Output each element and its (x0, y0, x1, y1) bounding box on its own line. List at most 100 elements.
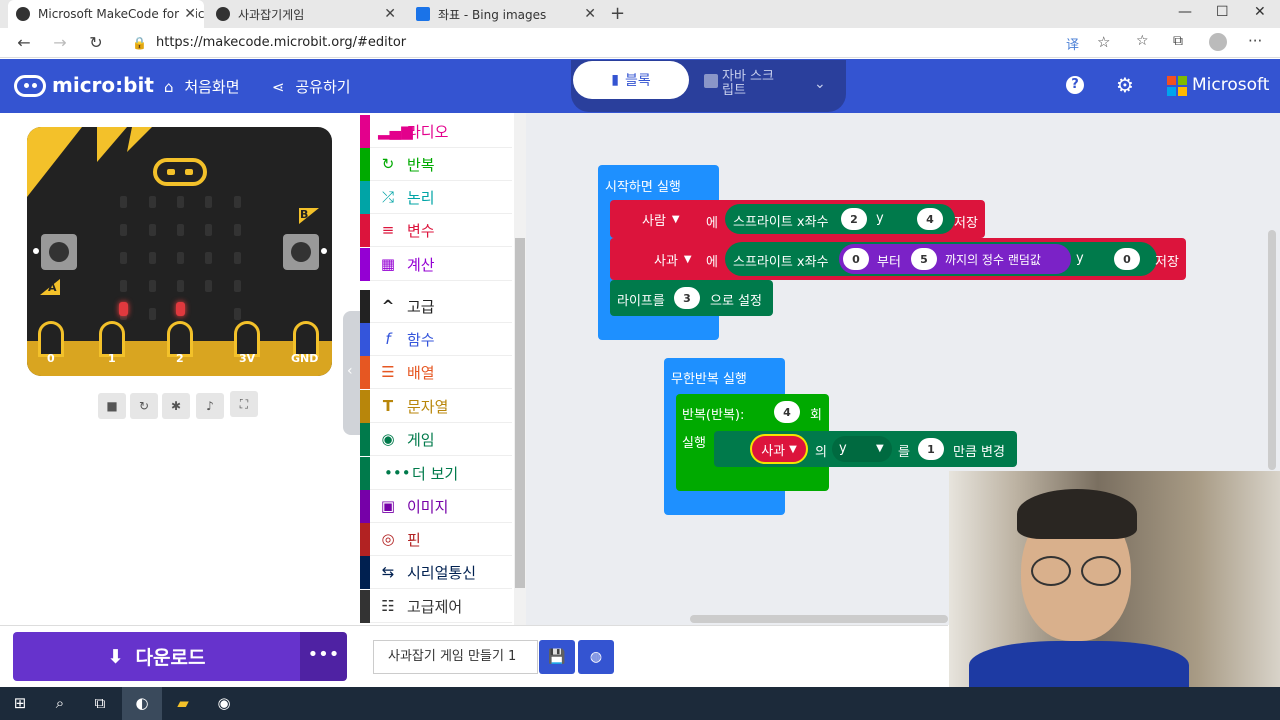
led[interactable] (234, 308, 241, 320)
github-icon[interactable]: ◍ (578, 640, 614, 674)
star-icon[interactable]: ☆ (1097, 33, 1110, 51)
variable-dropdown[interactable]: 사람 ▼ (642, 205, 680, 233)
toolbox-scrollbar-thumb[interactable] (515, 238, 525, 588)
led[interactable] (234, 280, 241, 292)
chevron-down-icon[interactable]: ⌄ (814, 76, 826, 92)
led[interactable] (149, 224, 156, 236)
favorites-icon[interactable]: ☆ (1136, 33, 1149, 49)
category-advanced[interactable]: ^ 고급 (360, 290, 512, 323)
x-value[interactable]: 2 (841, 208, 867, 230)
random-reporter[interactable]: 0 부터 5 까지의 정수 랜덤값 (839, 244, 1071, 274)
life-value[interactable]: 3 (674, 287, 700, 309)
blocks-tab[interactable]: ▮ 블록 (573, 61, 689, 99)
translate-icon[interactable]: 译 (1066, 34, 1079, 53)
led[interactable] (149, 308, 156, 320)
category-control[interactable]: ☷ 고급제어 (360, 590, 512, 623)
change-sprite-property-block[interactable]: 사과 ▼ 의 y ▼ 를 1 만큼 변경 (714, 431, 1017, 467)
repeat-count[interactable]: 4 (774, 401, 800, 423)
close-window-icon[interactable]: ✕ (1254, 4, 1266, 20)
microbit-logo-text[interactable]: micro:bit (52, 73, 154, 97)
back-icon[interactable]: ← (12, 33, 36, 53)
led[interactable] (177, 280, 184, 292)
browser-tab-makecode[interactable]: Microsoft MakeCode for micro:bit ✕ (8, 0, 204, 28)
sound-icon[interactable]: ♪ (196, 393, 224, 419)
workspace-horizontal-scrollbar[interactable] (690, 615, 948, 623)
category-logic[interactable]: ⤮ 논리 (360, 181, 512, 214)
create-sprite-reporter[interactable]: 스프라이트 x좌수 2 y 4 (725, 204, 955, 234)
category-functions[interactable]: f 함수 (360, 323, 512, 356)
change-value[interactable]: 1 (918, 438, 944, 460)
property-dropdown[interactable]: y ▼ (832, 436, 892, 462)
url-input[interactable]: 🔒 https://makecode.microbit.org/#editor (120, 32, 1120, 54)
category-images[interactable]: ▣ 이미지 (360, 490, 512, 523)
obs-icon[interactable]: ◉ (204, 687, 244, 720)
to-value[interactable]: 5 (911, 248, 937, 270)
led[interactable] (205, 280, 212, 292)
led[interactable] (177, 252, 184, 264)
project-name-input[interactable]: 사과잡기 게임 만들기 1 (373, 640, 538, 674)
y-value[interactable]: 0 (1114, 248, 1140, 270)
category-variables[interactable]: ≡ 변수 (360, 214, 512, 247)
led[interactable] (149, 280, 156, 292)
close-icon[interactable]: ✕ (180, 6, 196, 22)
led[interactable] (234, 196, 241, 208)
category-game[interactable]: ◉ 게임 (360, 423, 512, 456)
set-sprite-block[interactable]: 사람 ▼ 에 스프라이트 x좌수 2 y 4 저장 (610, 200, 985, 238)
led[interactable] (177, 196, 184, 208)
led[interactable] (120, 252, 127, 264)
close-icon[interactable]: ✕ (584, 6, 596, 22)
debug-icon[interactable]: ✱ (162, 393, 190, 419)
forward-icon[interactable]: → (48, 33, 72, 53)
search-icon[interactable]: ⌕ (40, 687, 80, 720)
led-on[interactable] (119, 302, 128, 316)
close-icon[interactable]: ✕ (384, 6, 396, 22)
led[interactable] (234, 252, 241, 264)
category-text[interactable]: T 문자열 (360, 390, 512, 423)
help-icon[interactable]: ? (1066, 76, 1084, 94)
collections-icon[interactable]: ⧉ (1173, 33, 1183, 49)
led[interactable] (205, 224, 212, 236)
save-icon[interactable]: 💾 (539, 640, 575, 674)
button-b[interactable] (283, 234, 319, 270)
led[interactable] (205, 196, 212, 208)
browser-tab-bing[interactable]: 좌표 - Bing images ✕ (408, 0, 604, 28)
led[interactable] (120, 196, 127, 208)
browser-tab-apple-game[interactable]: 사과잡기게임 ✕ (208, 0, 404, 28)
download-button[interactable]: ⬇ 다운로드 (13, 632, 300, 681)
led[interactable] (120, 224, 127, 236)
y-value[interactable]: 4 (917, 208, 943, 230)
maximize-icon[interactable]: ☐ (1216, 4, 1229, 20)
refresh-icon[interactable]: ↻ (84, 33, 108, 53)
set-life-block[interactable]: 라이프를 3 으로 설정 (610, 280, 773, 316)
variable-dropdown[interactable]: 사과 ▼ (654, 245, 692, 273)
led[interactable] (177, 224, 184, 236)
variable-dropdown[interactable]: 사과 ▼ (750, 434, 808, 464)
led[interactable] (205, 252, 212, 264)
led[interactable] (120, 280, 127, 292)
edge-browser-icon[interactable]: ◐ (122, 687, 162, 720)
button-a[interactable] (41, 234, 77, 270)
share-button[interactable]: ⋖ 공유하기 (272, 76, 351, 97)
restart-icon[interactable]: ↻ (130, 393, 158, 419)
led-on[interactable] (176, 302, 185, 316)
new-tab-button[interactable]: + (610, 3, 625, 24)
led[interactable] (149, 196, 156, 208)
file-explorer-icon[interactable]: ▰ (163, 687, 203, 720)
minimize-icon[interactable]: — (1178, 4, 1192, 20)
task-view-icon[interactable]: ⧉ (80, 687, 120, 720)
more-menu-icon[interactable]: ··· (1248, 32, 1262, 50)
set-sprite-block[interactable]: 사과 ▼ 에 스프라이트 x좌수 0 부터 5 까지의 정수 랜덤값 y 0 저… (610, 238, 1186, 280)
led[interactable] (234, 224, 241, 236)
windows-start-icon[interactable]: ⊞ (0, 687, 40, 720)
home-button[interactable]: ⌂ 처음화면 (164, 76, 240, 97)
workspace-vertical-scrollbar[interactable] (1268, 230, 1276, 470)
category-more[interactable]: ••• 더 보기 (360, 457, 512, 490)
fullscreen-icon[interactable]: ⛶ (230, 391, 258, 417)
led[interactable] (149, 252, 156, 264)
category-radio[interactable]: ▂▄▆ 라디오 (360, 115, 512, 148)
gear-icon[interactable]: ⚙ (1116, 73, 1134, 97)
profile-avatar[interactable] (1209, 33, 1227, 51)
more-options-button[interactable]: ••• (300, 632, 347, 681)
stop-icon[interactable]: ■ (98, 393, 126, 419)
category-pins[interactable]: ◎ 핀 (360, 523, 512, 556)
